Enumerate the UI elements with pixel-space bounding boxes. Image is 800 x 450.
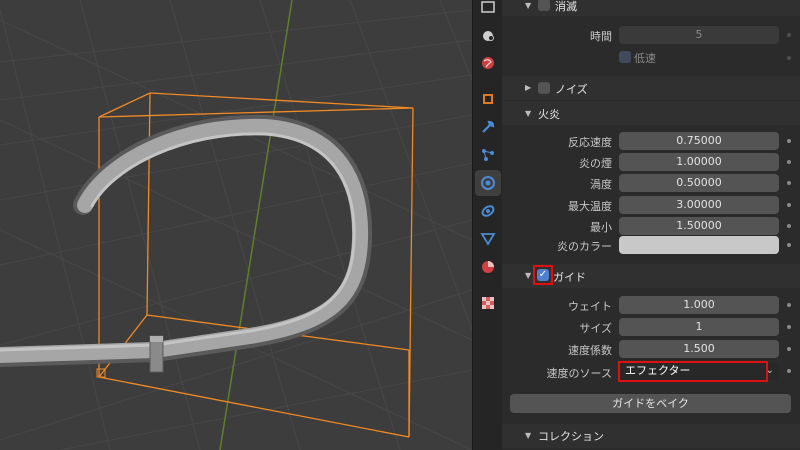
- max-temp-label: 最大温度: [568, 200, 612, 213]
- texture-tab[interactable]: [475, 290, 501, 316]
- size-field[interactable]: 1: [619, 318, 779, 336]
- physics-icon: [481, 176, 495, 190]
- collections-title: コレクション: [538, 430, 604, 443]
- properties-panel: ▼ 消滅 時間 5 低速 ▶ ノイズ ▼ 火炎 反応速度 0.75000 炎の煙…: [502, 0, 800, 450]
- object-data-tab[interactable]: [475, 226, 501, 252]
- velocity-factor-field[interactable]: 1.500: [619, 340, 779, 358]
- scene-data-icon: [483, 31, 494, 41]
- min-temp-field[interactable]: 1.50000: [619, 217, 779, 235]
- dissolve-header[interactable]: ▼ 消滅: [502, 0, 800, 16]
- vorticity-keyframe-dot[interactable]: [787, 181, 791, 185]
- texture-icon: [482, 297, 494, 309]
- dropdown-highlight-box: [618, 361, 768, 382]
- checkbox-highlight-box: [533, 265, 553, 285]
- guides-title: ガイド: [553, 271, 586, 284]
- expanded-icon: ▼: [525, 1, 532, 10]
- collections-header[interactable]: ▼ コレクション: [502, 424, 800, 448]
- slow-checkbox[interactable]: [619, 51, 631, 63]
- velocity-factor-keyframe-dot[interactable]: [787, 347, 791, 351]
- scene-data-tab[interactable]: [475, 22, 501, 48]
- material-icon: [482, 261, 494, 273]
- object-icon: [483, 94, 493, 104]
- weight-field[interactable]: 1.000: [619, 296, 779, 314]
- velocity-source-keyframe-dot[interactable]: [787, 369, 791, 373]
- bake-guides-button[interactable]: ガイドをベイク: [510, 394, 791, 413]
- collapsed-icon: ▶: [525, 83, 532, 92]
- properties-tabs: [472, 0, 503, 450]
- scene-tab[interactable]: [475, 0, 501, 20]
- flame-smoke-label: 炎の煙: [579, 157, 612, 170]
- particles-icon: [482, 149, 494, 161]
- flame-color-swatch[interactable]: [619, 236, 779, 254]
- particles-tab[interactable]: [475, 142, 501, 168]
- vorticity-field[interactable]: 0.50000: [619, 174, 779, 192]
- noise-checkbox[interactable]: [538, 82, 550, 94]
- flame-color-keyframe-dot[interactable]: [787, 243, 791, 247]
- noise-header[interactable]: ▶ ノイズ: [502, 76, 800, 100]
- vorticity-label: 渦度: [590, 178, 612, 191]
- reaction-speed-label: 反応速度: [568, 136, 612, 149]
- fire-title: 火炎: [538, 108, 560, 121]
- velocity-factor-label: 速度係数: [568, 344, 612, 357]
- expanded-icon: ▼: [525, 431, 532, 440]
- size-label: サイズ: [579, 322, 612, 335]
- min-temp-keyframe-dot[interactable]: [787, 224, 791, 228]
- physics-tab[interactable]: [475, 170, 501, 196]
- fire-header[interactable]: ▼ 火炎: [502, 101, 800, 125]
- velocity-source-label: 速度のソース: [546, 367, 612, 380]
- modifier-icon: [482, 120, 495, 133]
- flame-smoke-field[interactable]: 1.00000: [619, 153, 779, 171]
- size-keyframe-dot[interactable]: [787, 325, 791, 329]
- world-tab[interactable]: [475, 50, 501, 76]
- dissolve-title: 消滅: [555, 0, 577, 13]
- object-tab[interactable]: [475, 86, 501, 112]
- max-temp-field[interactable]: 3.00000: [619, 196, 779, 214]
- constraint-icon: [481, 205, 495, 217]
- object-data-icon: [480, 233, 496, 246]
- weight-keyframe-dot[interactable]: [787, 303, 791, 307]
- weight-label: ウェイト: [568, 300, 612, 313]
- world-icon: [482, 57, 494, 69]
- modifier-tab[interactable]: [475, 114, 501, 140]
- time-keyframe-dot[interactable]: [787, 33, 791, 37]
- dissolve-checkbox[interactable]: [538, 0, 550, 11]
- time-label: 時間: [590, 30, 612, 43]
- constraint-tab[interactable]: [475, 198, 501, 224]
- expanded-icon: ▼: [525, 109, 532, 118]
- reaction-speed-keyframe-dot[interactable]: [787, 139, 791, 143]
- scene-icon: [481, 1, 495, 13]
- max-temp-keyframe-dot[interactable]: [787, 203, 791, 207]
- expanded-icon: ▼: [525, 271, 532, 280]
- slow-keyframe-dot[interactable]: [787, 56, 791, 60]
- flame-color-label: 炎のカラー: [557, 240, 612, 253]
- viewport-3d[interactable]: [0, 0, 472, 450]
- material-tab[interactable]: [475, 254, 501, 280]
- slow-label: 低速: [634, 52, 656, 65]
- flame-smoke-keyframe-dot[interactable]: [787, 160, 791, 164]
- viewport-scene: [0, 0, 472, 450]
- time-field[interactable]: 5: [619, 26, 779, 44]
- min-temp-label: 最小: [590, 221, 612, 234]
- reaction-speed-field[interactable]: 0.75000: [619, 132, 779, 150]
- noise-title: ノイズ: [555, 83, 588, 96]
